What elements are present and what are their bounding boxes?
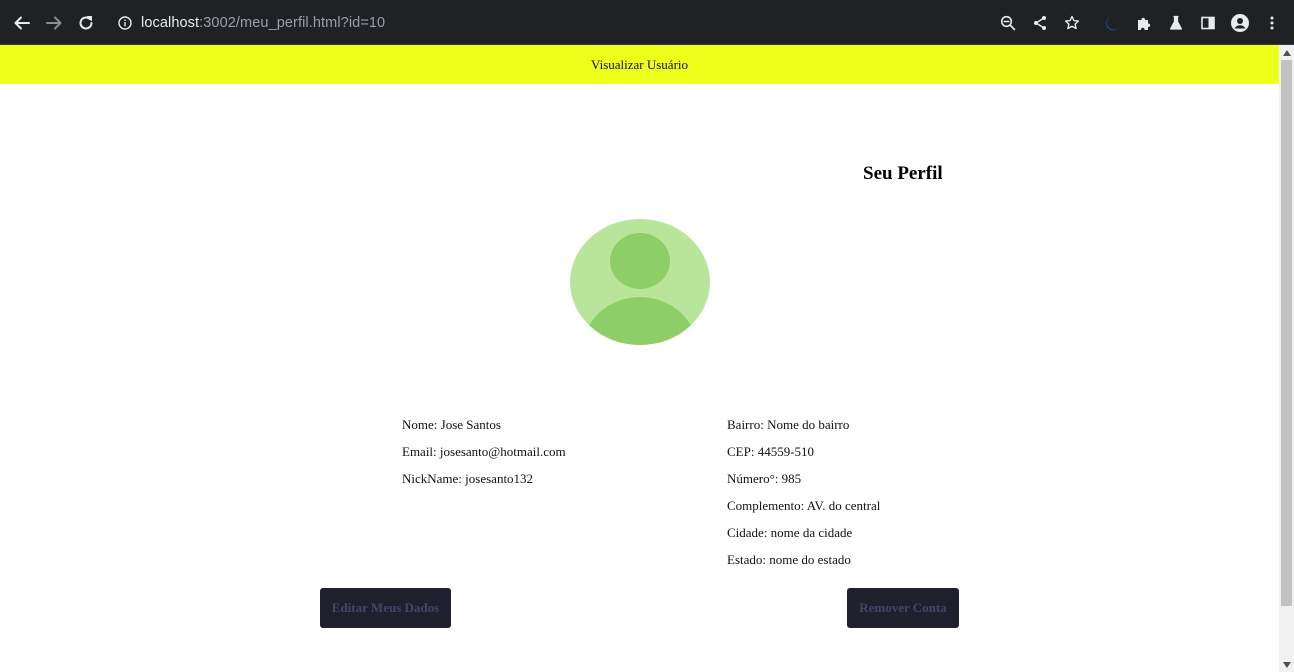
url-host: localhost bbox=[141, 14, 200, 31]
back-icon[interactable] bbox=[6, 7, 38, 39]
scroll-down-icon[interactable] bbox=[1279, 657, 1294, 672]
address-cep: CEP: 44559-510 bbox=[727, 444, 815, 459]
browser-toolbar: localhost:3002/meu_perfil.html?id=10 bbox=[0, 0, 1294, 45]
user-email: Email: josesanto@hotmail.com bbox=[402, 444, 566, 459]
address-cidade: Cidade: nome da cidade bbox=[727, 525, 853, 540]
address-complemento: Complemento: AV. do central bbox=[727, 498, 881, 513]
header-title: Visualizar Usuário bbox=[590, 56, 689, 72]
info-icon[interactable] bbox=[118, 15, 132, 30]
address-info: Bairro: Nome do bairro CEP: 44559-510 Nú… bbox=[727, 417, 880, 579]
address-bairro: Bairro: Nome do bairro bbox=[727, 417, 850, 432]
scroll-thumb[interactable] bbox=[1281, 60, 1292, 606]
labs-icon[interactable] bbox=[1160, 7, 1192, 39]
user-info: Nome: Jose Santos Email: josesanto@hotma… bbox=[402, 417, 566, 498]
address-bar[interactable]: localhost:3002/meu_perfil.html?id=10 bbox=[108, 6, 1092, 39]
reload-icon[interactable] bbox=[70, 7, 102, 39]
user-avatar-icon bbox=[570, 219, 710, 345]
header-bar: Visualizar Usuário bbox=[0, 45, 1279, 84]
address-numero: Número°: 985 bbox=[727, 471, 802, 486]
share-icon[interactable] bbox=[1024, 7, 1056, 39]
vertical-scrollbar[interactable] bbox=[1279, 45, 1294, 672]
remove-account-button[interactable]: Remover Conta bbox=[847, 588, 959, 628]
url-path: :3002/meu_perfil.html?id=10 bbox=[199, 14, 386, 31]
address-estado: Estado: nome do estado bbox=[727, 552, 851, 567]
profile-icon[interactable] bbox=[1224, 7, 1256, 39]
user-name: Nome: Jose Santos bbox=[402, 417, 501, 432]
star-icon[interactable] bbox=[1056, 7, 1088, 39]
zoom-icon[interactable] bbox=[992, 7, 1024, 39]
moon-icon[interactable] bbox=[1096, 7, 1128, 39]
sidepanel-icon[interactable] bbox=[1192, 7, 1224, 39]
extensions-icon[interactable] bbox=[1128, 7, 1160, 39]
edit-data-button[interactable]: Editar Meus Dados bbox=[320, 588, 451, 628]
menu-icon[interactable] bbox=[1256, 7, 1288, 39]
url-text: localhost:3002/meu_perfil.html?id=10 bbox=[141, 15, 385, 31]
forward-icon[interactable] bbox=[38, 7, 70, 39]
scroll-up-icon[interactable] bbox=[1279, 45, 1294, 60]
page-title: Seu Perfil bbox=[863, 163, 943, 184]
user-nickname: NickName: josesanto132 bbox=[402, 471, 534, 486]
